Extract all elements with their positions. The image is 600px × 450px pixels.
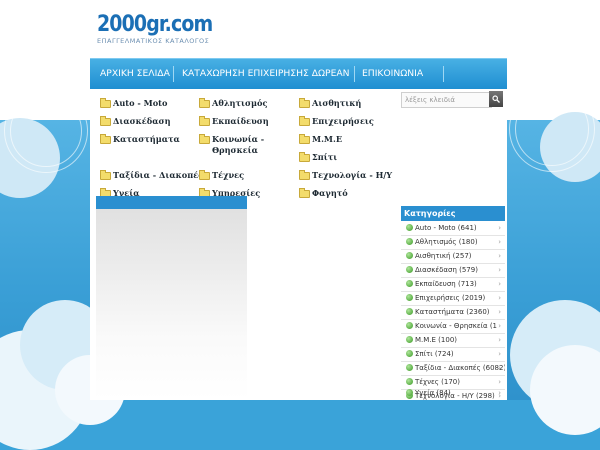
search-input[interactable]: λέξεις κλειδιά [401,92,492,108]
logo-title: 2000gr.com [97,12,213,37]
main-navigation: ΑΡΧΙΚΗ ΣΕΛΙΔΑ ΚΑΤΑΧΩΡΗΣΗ ΕΠΙΧΕΙΡΗΣΗΣ ΔΩΡ… [90,58,507,89]
bullet-icon [406,350,413,357]
bullet-icon [406,266,413,273]
bullet-icon [406,294,413,301]
bullet-icon [406,308,413,315]
sidebar-item-stores[interactable]: Καταστήματα (2360) › [401,306,505,318]
folder-icon [299,170,310,180]
sidebar-item-label: Αισθητική (257) [415,252,472,260]
bullet-icon [406,364,413,371]
sidebar-item-label: Διασκέδαση (579) [415,266,478,274]
category-society-religion[interactable]: Κοινωνία - Θρησκεία [212,134,264,156]
folder-icon [299,188,310,198]
bullet-icon [406,252,413,259]
arrow-right-icon: › [498,238,501,246]
bullet-icon [406,238,413,245]
bullet-icon [406,280,413,287]
sidebar-item-auto-moto[interactable]: Auto - Moto (641) › [401,222,505,234]
sidebar-item-label: Εκπαίδευση (713) [415,280,477,288]
banner-header-bar [96,196,247,209]
category-entertainment[interactable]: Διασκέδαση [113,116,171,127]
category-society-line1: Κοινωνία - [212,134,265,144]
sidebar-item-label: Υγεία (84) [415,389,451,397]
nav-separator [443,66,444,82]
bullet-icon [406,378,413,385]
bullet-icon [406,389,413,396]
folder-icon [100,98,111,108]
category-travel[interactable]: Ταξίδια - Διακοπές [113,170,203,181]
folder-icon [100,116,111,126]
category-food[interactable]: Φαγητό [312,188,348,199]
category-stores[interactable]: Καταστήματα [113,134,180,145]
folder-icon [299,152,310,162]
search-button[interactable] [489,91,503,107]
sidebar-item-label: Σπίτι (724) [415,350,454,358]
sidebar-item-businesses[interactable]: Επιχειρήσεις (2019) › [401,292,505,304]
search-icon [492,95,500,103]
sidebar-item-beauty[interactable]: Αισθητική (257) › [401,250,505,262]
site-logo[interactable]: 2000gr.com ΕΠΑΓΓΕΛΜΑΤΙΚΟΣ ΚΑΤΑΛΟΓΟΣ [97,12,231,46]
sidebar-item-education[interactable]: Εκπαίδευση (713) › [401,278,505,290]
arrow-right-icon: › [498,350,501,358]
arrow-right-icon: › [498,252,501,260]
category-education[interactable]: Εκπαίδευση [212,116,269,127]
logo-subtitle: ΕΠΑΓΓΕΛΜΑΤΙΚΟΣ ΚΑΤΑΛΟΓΟΣ [97,37,210,45]
folder-icon [199,170,210,180]
folder-icon [100,170,111,180]
page-wrapper: 2000gr.com ΕΠΑΓΓΕΛΜΑΤΙΚΟΣ ΚΑΤΑΛΟΓΟΣ ΑΡΧΙ… [90,6,507,400]
folder-icon [199,134,210,144]
sidebar-item-label: Καταστήματα (2360) [415,308,490,316]
category-auto-moto[interactable]: Auto - Moto [113,98,167,109]
sidebar-item-label: Ταξίδια - Διακοπές (6082) [415,364,505,372]
sidebar-item-home[interactable]: Σπίτι (724) › [401,348,505,360]
header: 2000gr.com ΕΠΑΓΓΕΛΜΑΤΙΚΟΣ ΚΑΤΑΛΟΓΟΣ [90,6,507,58]
sidebar-item-label: Επιχειρήσεις (2019) [415,294,486,302]
folder-icon [299,98,310,108]
arrow-right-icon: › [498,224,501,232]
arrow-right-icon: › [498,294,501,302]
arrow-right-icon: › [498,308,501,316]
sidebar-item-media[interactable]: Μ.Μ.Ε (100) › [401,334,505,346]
arrow-right-icon: › [498,266,501,274]
folder-icon [100,134,111,144]
sidebar-item-travel[interactable]: Ταξίδια - Διακοπές (6082) › [401,362,505,374]
bullet-icon [406,224,413,231]
sidebar-item-sports[interactable]: Αθλητισμός (180) › [401,236,505,248]
folder-icon [199,116,210,126]
folder-icon [299,116,310,126]
arrow-right-icon: › [498,364,501,372]
nav-register-business[interactable]: ΚΑΤΑΧΩΡΗΣΗ ΕΠΙΧΕΙΡΗΣΗΣ ΔΩΡΕΑΝ [182,59,350,89]
nav-home[interactable]: ΑΡΧΙΚΗ ΣΕΛΙΔΑ [100,59,170,89]
sidebar-item-entertainment[interactable]: Διασκέδαση (579) › [401,264,505,276]
arrow-right-icon: › [498,336,501,344]
sidebar-item-label: Auto - Moto (641) [415,224,477,232]
sidebar-item-health[interactable]: Υγεία (84) › [401,387,505,399]
banner-area [96,196,247,400]
category-technology[interactable]: Τεχνολογία - Η/Υ [312,170,392,181]
sidebar-item-label: Μ.Μ.Ε (100) [415,336,457,344]
sidebar-item-label: Κοινωνία - Θρησκεία (1 [415,322,498,330]
category-businesses[interactable]: Επιχειρήσεις [312,116,374,127]
category-home[interactable]: Σπίτι [312,152,337,163]
sidebar: λέξεις κλειδιά Κατηγορίες Auto - Moto (6… [399,90,507,400]
nav-separator [354,66,355,82]
arrow-right-icon: › [498,322,501,330]
arrow-right-icon: › [498,389,501,397]
nav-separator [173,66,174,82]
bullet-icon [406,336,413,343]
category-arts[interactable]: Τέχνες [212,170,244,181]
category-media[interactable]: Μ.Μ.Ε [312,134,342,145]
category-sports[interactable]: Αθλητισμός [212,98,267,109]
bullet-icon [406,322,413,329]
category-beauty[interactable]: Αισθητική [312,98,361,109]
folder-icon [299,134,310,144]
sidebar-item-society[interactable]: Κοινωνία - Θρησκεία (1 › [401,320,505,332]
folder-icon [199,98,210,108]
sidebar-title: Κατηγορίες [401,206,505,221]
search-placeholder: λέξεις κλειδιά [405,96,456,104]
nav-contact[interactable]: ΕΠΙΚΟΙΝΩΝΙΑ [362,59,423,89]
category-society-line2: Θρησκεία [212,145,258,155]
arrow-right-icon: › [498,280,501,288]
sidebar-item-label: Αθλητισμός (180) [415,238,478,246]
